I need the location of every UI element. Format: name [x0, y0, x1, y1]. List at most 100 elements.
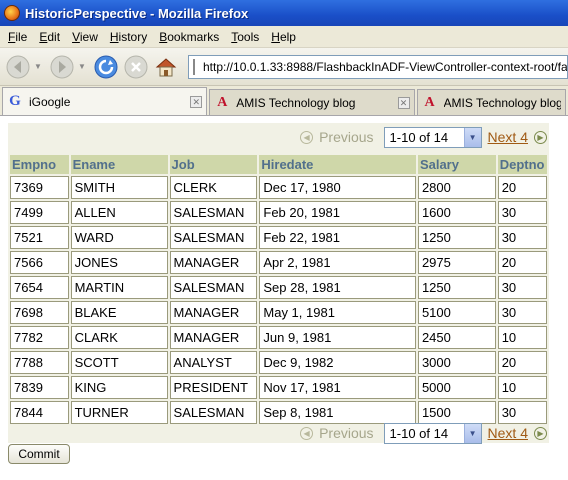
table-cell-deptno[interactable]: 30: [497, 276, 547, 299]
address-bar[interactable]: http://10.0.1.33:8988/FlashbackInADF-Vie…: [188, 54, 568, 79]
table-cell-salary[interactable]: 2800: [417, 176, 496, 199]
table-cell-deptno[interactable]: 30: [497, 301, 547, 324]
chevron-down-icon[interactable]: ▼: [463, 423, 481, 443]
menu-edit[interactable]: Edit: [33, 30, 66, 44]
table-cell-hiredate[interactable]: Sep 28, 1981: [259, 276, 416, 299]
window-titlebar: HistoricPerspective - Mozilla Firefox: [0, 0, 568, 26]
table-cell-hiredate[interactable]: Nov 17, 1981: [259, 376, 416, 399]
table-cell-ename[interactable]: SCOTT: [70, 351, 168, 374]
tab-close-icon[interactable]: ✕: [397, 96, 410, 109]
table-cell-empno[interactable]: 7654: [10, 276, 69, 299]
table-cell-job[interactable]: ANALYST: [169, 351, 258, 374]
table-cell-job[interactable]: PRESIDENT: [169, 376, 258, 399]
table-cell-hiredate[interactable]: Dec 17, 1980: [259, 176, 416, 199]
table-cell-salary[interactable]: 5000: [417, 376, 496, 399]
table-cell-job[interactable]: MANAGER: [169, 301, 258, 324]
home-icon: [155, 57, 177, 76]
column-header[interactable]: Job: [169, 155, 258, 174]
window-title: HistoricPerspective - Mozilla Firefox: [25, 5, 249, 21]
table-row: 7369 SMITH CLERK Dec 17, 1980 2800 20: [10, 176, 547, 199]
table-cell-hiredate[interactable]: Feb 22, 1981: [259, 226, 416, 249]
table-cell-empno[interactable]: 7369: [10, 176, 69, 199]
back-button[interactable]: [4, 53, 32, 81]
google-favicon-icon: G: [9, 93, 21, 109]
table-cell-salary[interactable]: 2975: [417, 251, 496, 274]
commit-button[interactable]: Commit: [8, 444, 70, 464]
table-cell-empno[interactable]: 7566: [10, 251, 69, 274]
table-cell-salary[interactable]: 1600: [417, 201, 496, 224]
table-cell-salary[interactable]: 2450: [417, 326, 496, 349]
next-link[interactable]: Next 4: [488, 129, 528, 145]
tab-amis-blog-2[interactable]: A AMIS Technology blog › E: [416, 89, 566, 115]
table-cell-deptno[interactable]: 10: [497, 376, 547, 399]
table-cell-deptno[interactable]: 20: [497, 251, 547, 274]
table-cell-job[interactable]: CLERK: [169, 176, 258, 199]
table-cell-empno[interactable]: 7499: [10, 201, 69, 224]
table-cell-hiredate[interactable]: Dec 9, 1982: [259, 351, 416, 374]
table-cell-salary[interactable]: 3000: [417, 351, 496, 374]
employees-table: Empno Ename Job Hiredate Salary Deptno 7…: [8, 153, 549, 426]
next-arrow-icon[interactable]: ▶: [534, 426, 547, 440]
table-cell-ename[interactable]: BLAKE: [70, 301, 168, 324]
menu-tools[interactable]: Tools: [225, 30, 265, 44]
table-cell-job[interactable]: MANAGER: [169, 326, 258, 349]
table-cell-ename[interactable]: WARD: [70, 226, 168, 249]
table-cell-hiredate[interactable]: Apr 2, 1981: [259, 251, 416, 274]
back-history-dropdown-icon[interactable]: ▼: [34, 62, 44, 71]
table-cell-deptno[interactable]: 20: [497, 176, 547, 199]
table-cell-salary[interactable]: 5100: [417, 301, 496, 324]
forward-button[interactable]: [48, 53, 76, 81]
table-cell-hiredate[interactable]: May 1, 1981: [259, 301, 416, 324]
table-cell-ename[interactable]: SMITH: [70, 176, 168, 199]
next-arrow-icon[interactable]: ▶: [534, 130, 547, 144]
column-header[interactable]: Salary: [417, 155, 496, 174]
column-header[interactable]: Hiredate: [259, 155, 416, 174]
table-cell-empno[interactable]: 7839: [10, 376, 69, 399]
table-cell-job[interactable]: SALESMAN: [169, 276, 258, 299]
tab-igoogle[interactable]: G iGoogle ✕: [2, 87, 208, 115]
table-cell-job[interactable]: SALESMAN: [169, 201, 258, 224]
stop-icon: [124, 55, 148, 78]
page-content: ◀ Previous 1-10 of 14 ▼ Next 4 ▶ Empno E…: [0, 117, 568, 480]
menu-help[interactable]: Help: [265, 30, 302, 44]
tab-amis-blog[interactable]: A AMIS Technology blog ✕: [209, 89, 415, 115]
table-cell-deptno[interactable]: 30: [497, 201, 547, 224]
table-cell-salary[interactable]: 1250: [417, 226, 496, 249]
table-cell-salary[interactable]: 1250: [417, 276, 496, 299]
back-icon: [6, 55, 30, 78]
table-cell-deptno[interactable]: 30: [497, 226, 547, 249]
next-link[interactable]: Next 4: [488, 425, 528, 441]
table-cell-ename[interactable]: JONES: [70, 251, 168, 274]
column-header[interactable]: Ename: [70, 155, 168, 174]
range-select[interactable]: 1-10 of 14 ▼: [383, 422, 482, 444]
table-cell-ename[interactable]: MARTIN: [70, 276, 168, 299]
table-cell-ename[interactable]: ALLEN: [70, 201, 168, 224]
table-cell-job[interactable]: SALESMAN: [169, 226, 258, 249]
chevron-down-icon[interactable]: ▼: [463, 127, 481, 147]
reload-button[interactable]: [92, 53, 120, 81]
table-cell-empno[interactable]: 7698: [10, 301, 69, 324]
table-cell-hiredate[interactable]: Jun 9, 1981: [259, 326, 416, 349]
table-cell-empno[interactable]: 7782: [10, 326, 69, 349]
home-button[interactable]: [152, 53, 180, 81]
table-cell-empno[interactable]: 7788: [10, 351, 69, 374]
table-cell-hiredate[interactable]: Feb 20, 1981: [259, 201, 416, 224]
menu-history[interactable]: History: [104, 30, 153, 44]
menu-view[interactable]: View: [66, 30, 104, 44]
menu-file[interactable]: File: [2, 30, 33, 44]
table-row: 7566 JONES MANAGER Apr 2, 1981 2975 20: [10, 251, 547, 274]
table-cell-deptno[interactable]: 10: [497, 326, 547, 349]
table-cell-deptno[interactable]: 20: [497, 351, 547, 374]
tab-close-icon[interactable]: ✕: [190, 95, 203, 108]
table-cell-empno[interactable]: 7521: [10, 226, 69, 249]
previous-arrow-icon: ◀: [300, 130, 314, 144]
table-cell-ename[interactable]: CLARK: [70, 326, 168, 349]
column-header[interactable]: Empno: [10, 155, 69, 174]
menu-bookmarks[interactable]: Bookmarks: [153, 30, 225, 44]
table-cell-ename[interactable]: KING: [70, 376, 168, 399]
stop-button[interactable]: [122, 53, 150, 81]
column-header[interactable]: Deptno: [497, 155, 547, 174]
forward-history-dropdown-icon[interactable]: ▼: [78, 62, 88, 71]
range-select[interactable]: 1-10 of 14 ▼: [383, 126, 482, 148]
table-cell-job[interactable]: MANAGER: [169, 251, 258, 274]
